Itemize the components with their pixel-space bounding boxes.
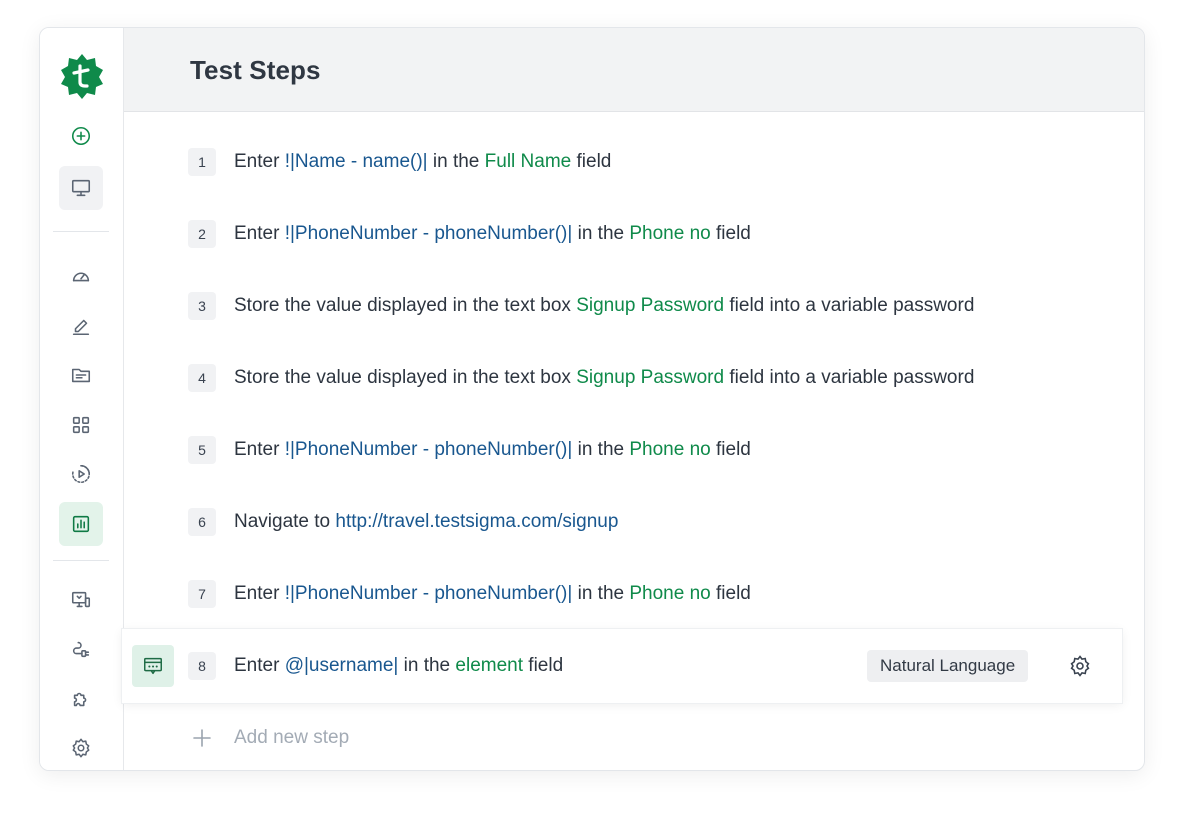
sidebar [40, 28, 124, 770]
step-number: 2 [188, 220, 216, 248]
step-text-fragment: Enter [234, 583, 285, 604]
step-number: 6 [188, 508, 216, 536]
step-text-fragment: Navigate to [234, 511, 336, 532]
test-step[interactable]: 2 Enter !|PhoneNumber - phoneNumber()| i… [124, 208, 1144, 260]
natural-language-badge[interactable]: Natural Language [867, 650, 1029, 682]
step-number: 1 [188, 148, 216, 176]
test-step[interactable]: 6 Navigate to http://travel.testsigma.co… [124, 496, 1144, 548]
test-data-token: !|PhoneNumber - phoneNumber()| [284, 223, 573, 244]
step-number: 7 [188, 580, 216, 608]
folder-icon[interactable] [59, 353, 103, 397]
step-text-fragment: field into a variable password [724, 295, 975, 316]
step-number: 5 [188, 436, 216, 464]
step-text[interactable]: Navigate to http://travel.testsigma.com/… [234, 496, 618, 548]
step-text[interactable]: Enter !|PhoneNumber - phoneNumber()| in … [234, 568, 751, 620]
step-text-fragment: in the [427, 151, 485, 172]
step-text[interactable]: Store the value displayed in the text bo… [234, 280, 974, 332]
gear-icon[interactable] [59, 726, 103, 770]
step-text-fragment: field [571, 151, 612, 172]
step-number: 8 [188, 652, 216, 680]
app-window: Test Steps 1 Enter !|Name - name()| in t… [39, 27, 1145, 771]
add-new-step-label[interactable]: Add new step [234, 712, 349, 764]
step-text-fragment: Store the value displayed in the text bo… [234, 367, 577, 388]
test-step[interactable]: 5 Enter !|PhoneNumber - phoneNumber()| i… [124, 424, 1144, 476]
step-text-fragment: in the [398, 655, 456, 676]
element-token: Phone no [629, 439, 711, 460]
step-text-fragment: field [523, 655, 564, 676]
test-step[interactable]: 1 Enter !|Name - name()| in the Full Nam… [124, 136, 1144, 188]
test-data-token: http://travel.testsigma.com/signup [335, 511, 619, 532]
plus-icon[interactable] [190, 726, 214, 750]
step-text-fragment: Store the value displayed in the text bo… [234, 295, 577, 316]
step-text-fragment: field into a variable password [724, 367, 975, 388]
sidebar-divider [53, 231, 109, 232]
bar-chart-icon[interactable] [59, 502, 103, 546]
puzzle-icon[interactable] [59, 677, 103, 721]
step-text-fragment: Enter [234, 439, 285, 460]
dashboard-gauge-icon[interactable] [59, 254, 103, 298]
testsigma-logo[interactable] [59, 53, 105, 99]
step-text[interactable]: Enter !|PhoneNumber - phoneNumber()| in … [234, 208, 751, 260]
step-text[interactable]: Store the value displayed in the text bo… [234, 352, 974, 404]
grid-icon[interactable] [59, 403, 103, 447]
element-token: Phone no [629, 223, 711, 244]
element-token: Phone no [629, 583, 711, 604]
step-text-fragment: field [710, 223, 751, 244]
element-token: Full Name [484, 151, 572, 172]
edit-pen-icon[interactable] [59, 304, 103, 348]
element-token: Signup Password [576, 295, 725, 316]
test-data-token: !|Name - name()| [284, 151, 428, 172]
play-circle-icon[interactable] [59, 452, 103, 496]
test-data-token: !|PhoneNumber - phoneNumber()| [284, 583, 573, 604]
plug-icon[interactable] [59, 627, 103, 671]
test-data-token: !|PhoneNumber - phoneNumber()| [284, 439, 573, 460]
test-step[interactable]: 4 Store the value displayed in the text … [124, 352, 1144, 404]
element-token: Signup Password [576, 367, 725, 388]
monitor-icon[interactable] [59, 166, 103, 210]
step-text-fragment: in the [572, 439, 630, 460]
sidebar-divider [53, 560, 109, 561]
test-data-token: @|username| [284, 655, 399, 676]
step-text[interactable]: Enter !|Name - name()| in the Full Name … [234, 136, 611, 188]
step-number: 3 [188, 292, 216, 320]
step-number: 4 [188, 364, 216, 392]
step-text-fragment: field [710, 583, 751, 604]
test-step[interactable]: 3 Store the value displayed in the text … [124, 280, 1144, 332]
page-header: Test Steps [124, 28, 1144, 112]
step-text-fragment: Enter [234, 223, 285, 244]
step-text[interactable]: Enter !|PhoneNumber - phoneNumber()| in … [234, 424, 751, 476]
add-new-step[interactable]: Add new step [124, 712, 1144, 764]
step-text-fragment: field [710, 439, 751, 460]
device-monitor-icon[interactable] [59, 578, 103, 622]
test-step-selected[interactable]: 8 Enter @|username| in the element field… [122, 629, 1122, 703]
step-text-fragment: Enter [234, 151, 285, 172]
step-text[interactable]: Enter @|username| in the element field [234, 640, 563, 692]
step-actions-icon[interactable] [132, 645, 174, 687]
step-text-fragment: in the [572, 583, 630, 604]
step-text-fragment: in the [572, 223, 630, 244]
step-settings-gear-icon[interactable] [1068, 654, 1092, 678]
element-token: element [455, 655, 524, 676]
step-text-fragment: Enter [234, 655, 285, 676]
page-title: Test Steps [190, 55, 321, 85]
test-step[interactable]: 7 Enter !|PhoneNumber - phoneNumber()| i… [124, 568, 1144, 620]
plus-circle-icon[interactable] [59, 114, 103, 158]
